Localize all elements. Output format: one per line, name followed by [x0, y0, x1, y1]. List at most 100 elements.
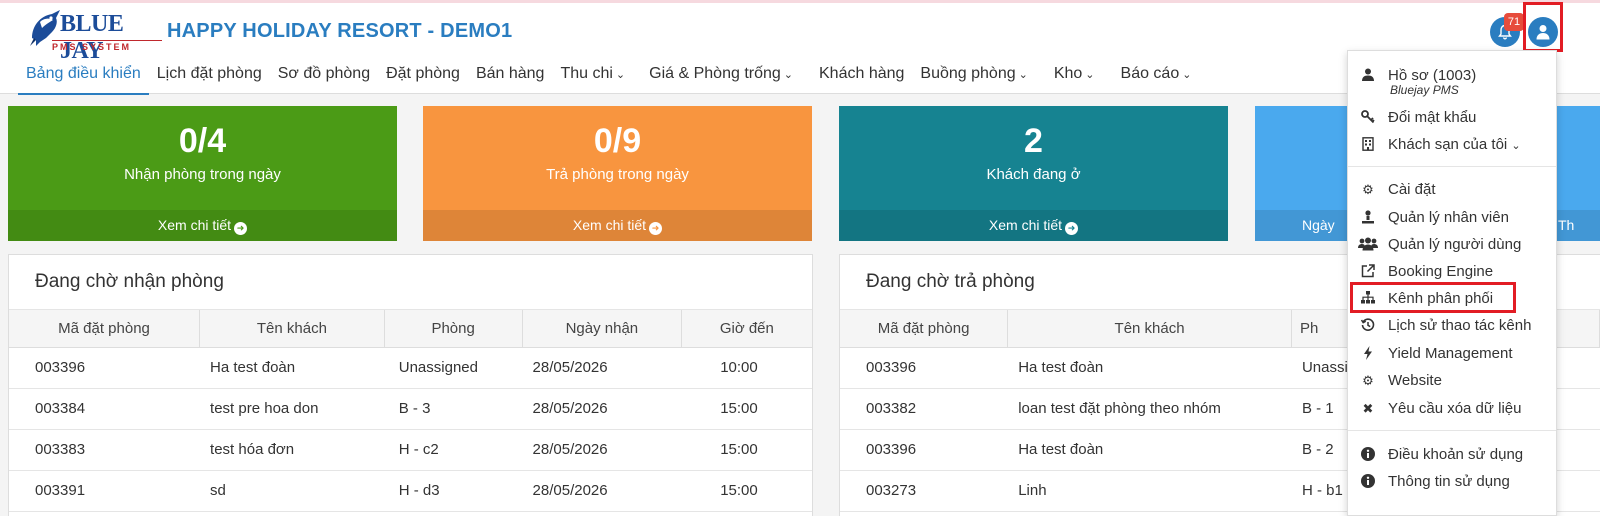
fourth-card-footer-left: Ngày — [1302, 217, 1335, 233]
menu-item-label: Lịch sử thao tác kênh — [1388, 317, 1532, 334]
checkouts-today-label: Trả phòng trong ngày — [546, 166, 689, 183]
nav-label: Giá & Phòng trống — [649, 65, 781, 82]
menu-item-label: Quản lý nhân viên — [1388, 209, 1509, 226]
nav-label: Đặt phòng — [386, 65, 460, 82]
cell-guest-name: test pre hoa don — [199, 388, 385, 430]
menu-item-terms[interactable]: Điều khoản sử dụng — [1348, 442, 1556, 468]
menu-item-settings[interactable]: ⚙ Cài đặt — [1348, 177, 1556, 203]
checkouts-today-details-link[interactable]: Xem chi tiết ➜ — [423, 210, 812, 241]
panel-title: Đang chờ trả phòng — [866, 271, 1035, 292]
my-hotels-label: Khách sạn của tôi — [1388, 136, 1508, 153]
menu-item-user-management[interactable]: Quản lý người dùng — [1348, 232, 1556, 258]
cell-arrival-date: 28/05/2026 — [522, 429, 682, 471]
checkouts-today-value: 0/9 — [593, 122, 642, 160]
nav-label: Khách hàng — [819, 65, 905, 82]
card-in-house-guests: 2 Khách đang ở Xem chi tiết ➜ — [839, 106, 1228, 241]
pending-checkin-panel: Đang chờ nhận phòng Mã đặt phòng Tên khá… — [8, 254, 813, 516]
cell-arrival-time: 15:00 — [681, 429, 812, 471]
arrow-right-circle-icon: ➜ — [1065, 222, 1079, 235]
arrow-right-circle-icon: ➜ — [649, 222, 663, 235]
cell-room: H - c2 — [384, 429, 523, 471]
menu-item-label: Khách sạn của tôi ⌄ — [1388, 136, 1521, 153]
chevron-down-icon: ⌄ — [1085, 69, 1095, 81]
menu-item-yield-management[interactable]: Yield Management — [1348, 341, 1556, 367]
menu-item-website[interactable]: ⚙ Website — [1348, 368, 1556, 394]
history-icon — [1360, 318, 1376, 334]
column-header[interactable]: Phòng — [384, 310, 523, 348]
cell-booking-id: 003383 — [9, 429, 200, 471]
chevron-down-icon: ⌄ — [1511, 140, 1521, 152]
nav-label: Lịch đặt phòng — [156, 65, 262, 82]
menu-item-label: Đổi mật khẩu — [1388, 109, 1477, 126]
nav-label: Sơ đồ phòng — [277, 65, 371, 82]
cell-arrival-date: 28/05/2026 — [522, 388, 682, 430]
nav-customers[interactable]: Khách hàng — [811, 61, 912, 95]
in-house-guests-value: 2 — [1024, 122, 1043, 160]
nav-housekeeping[interactable]: Buồng phòng ⌄ — [912, 61, 1035, 95]
cell-guest-name: Ha test đoàn — [199, 347, 385, 389]
menu-item-my-hotels[interactable]: Khách sạn của tôi ⌄ — [1348, 132, 1556, 158]
cell-arrival-time: 15:00 — [681, 470, 812, 512]
nav-booking-calendar[interactable]: Lịch đặt phòng — [149, 61, 270, 95]
menu-divider — [1348, 430, 1556, 431]
in-house-guests-details-link[interactable]: Xem chi tiết ➜ — [839, 210, 1228, 241]
checkins-today-details-link[interactable]: Xem chi tiết ➜ — [8, 210, 397, 241]
gear-icon: ⚙ — [1362, 373, 1374, 388]
menu-item-staff-management[interactable]: Quản lý nhân viên — [1348, 205, 1556, 231]
logo[interactable]: BLUE JAY PMS SYSTEM — [24, 8, 162, 64]
details-link-label: Xem chi tiết — [572, 217, 647, 233]
column-header[interactable]: Tên khách — [199, 310, 385, 348]
cell-guest-name: Ha test đoàn — [1007, 429, 1292, 471]
nav-label: Bảng điều khiển — [26, 65, 141, 82]
nav-sales[interactable]: Bán hàng — [468, 61, 553, 95]
nav-room-map[interactable]: Sơ đồ phòng — [270, 61, 378, 95]
logo-subtitle: PMS SYSTEM — [52, 42, 132, 52]
nav-income-expense[interactable]: Thu chi ⌄ — [552, 61, 633, 95]
cell-guest-name: Linh — [1007, 470, 1292, 512]
table-row[interactable]: 003396 Ha test đoàn Unassigned 28/05/202… — [9, 347, 812, 389]
card-checkouts-today: 0/9 Trả phòng trong ngày Xem chi tiết ➜ — [423, 106, 812, 241]
gear-icon: ⚙ — [1362, 182, 1374, 197]
table-row[interactable]: 003391 sd H - d3 28/05/2026 15:00 — [9, 470, 812, 512]
table-header-row: Mã đặt phòng Tên khách Phòng Ngày nhận G… — [9, 310, 812, 348]
column-header[interactable]: Tên khách — [1007, 310, 1292, 348]
building-icon — [1360, 137, 1376, 153]
menu-item-label: Booking Engine — [1388, 263, 1494, 280]
menu-item-channel-history[interactable]: Lịch sử thao tác kênh — [1348, 313, 1556, 339]
menu-item-label: Quản lý người dùng — [1388, 236, 1522, 253]
column-header[interactable]: Mã đặt phòng — [840, 310, 1009, 348]
cell-booking-id: 003384 — [9, 388, 200, 430]
menu-item-label: Thông tin sử dụng — [1388, 473, 1510, 490]
menu-item-usage-info[interactable]: Thông tin sử dụng — [1348, 469, 1556, 495]
bolt-icon — [1360, 346, 1376, 362]
cell-booking-id: 003391 — [9, 470, 200, 512]
nav-rates-availability[interactable]: Giá & Phòng trống ⌄ — [641, 61, 801, 95]
user-button-highlight-box — [1523, 2, 1563, 52]
cell-arrival-time: 10:00 — [681, 347, 812, 389]
checkins-today-value: 0/4 — [178, 122, 227, 160]
menu-item-change-password[interactable]: Đổi mật khẩu — [1348, 105, 1556, 131]
menu-item-delete-data-request[interactable]: ✖ Yêu cầu xóa dữ liệu — [1348, 396, 1556, 422]
table-row[interactable]: 003384 test pre hoa don B - 3 28/05/2026… — [9, 388, 812, 430]
column-header[interactable]: Mã đặt phòng — [9, 310, 201, 348]
nav-reservation[interactable]: Đặt phòng — [378, 61, 468, 95]
cell-booking-id: 003382 — [840, 388, 1008, 430]
nav-reports[interactable]: Báo cáo ⌄ — [1113, 61, 1200, 95]
nav-inventory[interactable]: Kho ⌄ — [1046, 61, 1103, 95]
nav-dashboard[interactable]: Bảng điều khiển — [18, 61, 149, 95]
arrow-right-circle-icon: ➜ — [234, 222, 248, 235]
staff-icon — [1360, 210, 1376, 226]
cell-arrival-date: 28/05/2026 — [522, 347, 682, 389]
profile-subtitle: Bluejay PMS — [1390, 83, 1459, 97]
column-header[interactable]: Ngày nhận — [522, 310, 683, 348]
nav-label: Báo cáo — [1120, 65, 1180, 82]
info-circle-icon — [1360, 447, 1376, 463]
cell-booking-id: 003396 — [840, 347, 1008, 389]
logo-divider — [52, 40, 162, 41]
details-link-label: Xem chi tiết — [157, 217, 232, 233]
table-row[interactable]: 003383 test hóa đơn H - c2 28/05/2026 15… — [9, 429, 812, 471]
nav-label: Buồng phòng — [920, 65, 1016, 82]
main-nav: Bảng điều khiển Lịch đặt phòng Sơ đồ phò… — [18, 61, 1199, 97]
hotel-title[interactable]: HAPPY HOLIDAY RESORT - DEMO1 — [167, 20, 512, 43]
column-header[interactable]: Giờ đến — [681, 310, 812, 348]
